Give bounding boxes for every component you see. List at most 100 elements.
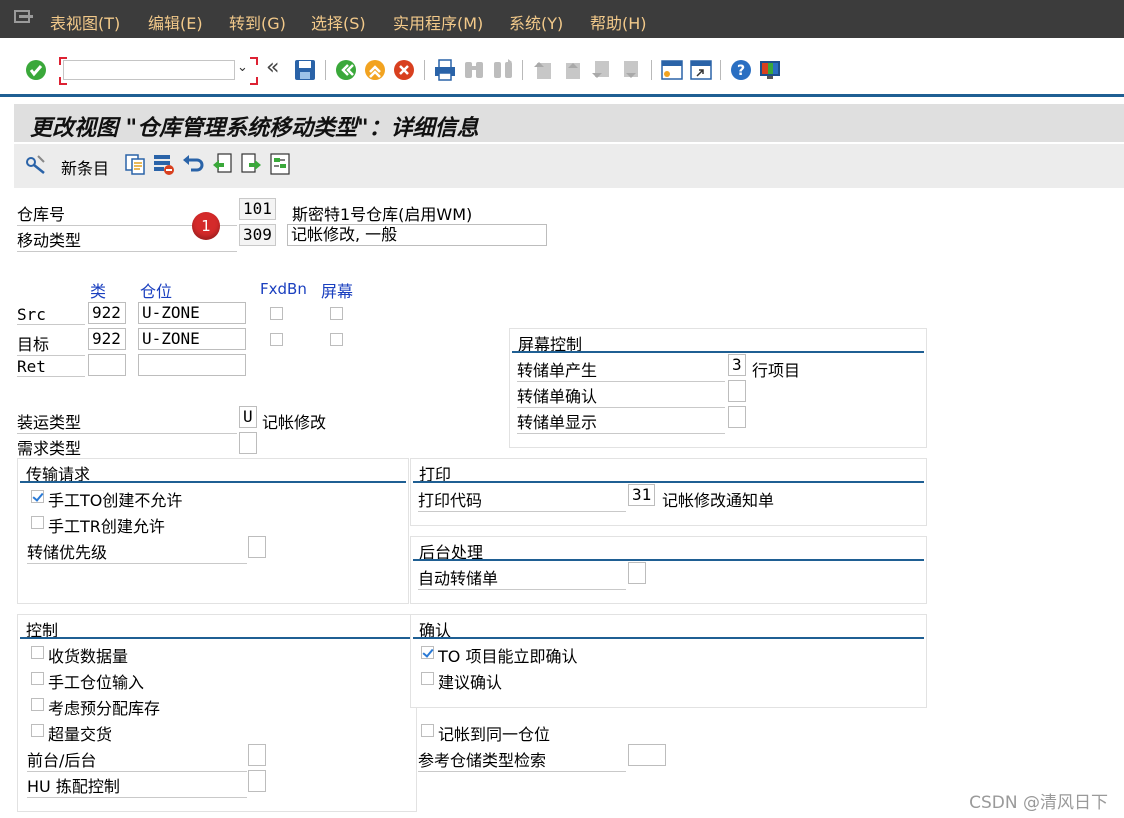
- propose-confirm-label: 建议确认: [438, 673, 503, 692]
- movement-type-field[interactable]: 309: [239, 224, 276, 246]
- undo-icon[interactable]: [181, 152, 205, 176]
- auto-to-label: 自动转储单: [418, 565, 626, 590]
- return-type-field[interactable]: [88, 354, 126, 376]
- help-icon[interactable]: ?: [729, 58, 753, 82]
- new-session-icon[interactable]: [660, 58, 684, 82]
- print-code-field[interactable]: 31: [628, 484, 655, 506]
- group-title-underline: [413, 481, 924, 483]
- delete-icon[interactable]: [152, 152, 176, 176]
- foreground-background-field[interactable]: [248, 744, 266, 766]
- menu-utilities[interactable]: 实用程序(M): [393, 10, 483, 34]
- print-code-description: 记帐修改通知单: [662, 491, 775, 510]
- command-input[interactable]: [63, 60, 235, 80]
- svg-text:?: ?: [737, 63, 745, 79]
- menu-goto[interactable]: 转到(G): [229, 10, 286, 34]
- back-icon[interactable]: [334, 58, 358, 82]
- destination-type-field[interactable]: 922: [88, 328, 126, 350]
- return-bin-field[interactable]: [138, 354, 246, 376]
- customize-layout-icon[interactable]: [758, 58, 782, 82]
- column-header-fixed-bin: FxdBn: [260, 280, 307, 298]
- history-back-icon[interactable]: «: [266, 55, 279, 80]
- to-confirm-label: 转储单确认: [517, 383, 725, 408]
- previous-entry-icon[interactable]: [210, 152, 234, 176]
- manual-tr-allowed-checkbox[interactable]: [31, 516, 44, 529]
- menu-system[interactable]: 系统(Y): [509, 10, 563, 34]
- first-page-icon[interactable]: [531, 58, 555, 82]
- transfer-priority-label: 转储优先级: [27, 539, 247, 564]
- source-type-field[interactable]: 922: [88, 302, 126, 324]
- group-title-underline: [512, 351, 924, 353]
- find-icon[interactable]: [462, 58, 486, 82]
- warehouse-number-field[interactable]: 101: [239, 198, 276, 220]
- manual-to-not-allowed-checkbox[interactable]: [31, 490, 44, 503]
- auto-to-field[interactable]: [628, 562, 646, 584]
- select-block-icon[interactable]: [268, 152, 292, 176]
- requirement-type-field[interactable]: [239, 432, 257, 454]
- column-header-bin: 仓位: [140, 282, 173, 301]
- print-code-label: 打印代码: [418, 487, 626, 512]
- toolbar-separator: [720, 60, 721, 80]
- menu-edit[interactable]: 编辑(E): [148, 10, 203, 34]
- over-delivery-checkbox[interactable]: [31, 724, 44, 737]
- find-next-icon[interactable]: [491, 58, 515, 82]
- watermark: CSDN @清风日下: [969, 793, 1108, 813]
- display-change-icon[interactable]: [24, 152, 48, 176]
- save-icon[interactable]: [293, 58, 317, 82]
- group-title-underline: [413, 559, 924, 561]
- ref-storage-type-search-field[interactable]: [628, 744, 666, 766]
- exit-icon[interactable]: [363, 58, 387, 82]
- shipment-type-label: 装运类型: [17, 409, 237, 434]
- to-create-description: 行项目: [752, 361, 801, 380]
- focus-corner: [250, 77, 258, 85]
- focus-corner: [250, 57, 258, 65]
- manual-bin-input-checkbox[interactable]: [31, 672, 44, 685]
- next-entry-icon[interactable]: [239, 152, 263, 176]
- to-confirm-field[interactable]: [728, 380, 746, 402]
- menu-table-view[interactable]: 表视图(T): [50, 10, 120, 34]
- source-screen-checkbox[interactable]: [330, 307, 343, 320]
- destination-row-label: 目标: [17, 331, 85, 356]
- source-bin-field[interactable]: U-ZONE: [138, 302, 246, 324]
- destination-screen-checkbox[interactable]: [330, 333, 343, 346]
- warehouse-description: 斯密特1号仓库(启用WM): [292, 205, 473, 224]
- menu-select[interactable]: 选择(S): [311, 10, 366, 34]
- foreground-background-label: 前台/后台: [27, 747, 247, 772]
- post-to-same-bin-label: 记帐到同一仓位: [438, 725, 551, 744]
- source-row-label: Src: [17, 305, 85, 325]
- destination-bin-field[interactable]: U-ZONE: [138, 328, 246, 350]
- application-toolbar: 新条目: [14, 144, 1124, 188]
- new-entries-button[interactable]: 新条目: [61, 155, 109, 179]
- post-to-same-bin-checkbox[interactable]: [421, 724, 434, 737]
- movement-type-description: 记帐修改, 一般: [287, 224, 547, 246]
- pre-allocated-stock-checkbox[interactable]: [31, 698, 44, 711]
- menu-help[interactable]: 帮助(H): [590, 10, 647, 34]
- menu-icon[interactable]: [14, 9, 34, 25]
- print-icon[interactable]: [433, 58, 457, 82]
- to-create-field[interactable]: 3: [728, 354, 746, 376]
- menu-bar: 表视图(T) 编辑(E) 转到(G) 选择(S) 实用程序(M) 系统(Y) 帮…: [0, 0, 1124, 38]
- to-immediate-confirm-checkbox[interactable]: [421, 646, 434, 659]
- ref-storage-type-search-label: 参考仓储类型检索: [418, 747, 626, 772]
- pre-allocated-stock-label: 考虑预分配库存: [48, 699, 161, 718]
- transfer-priority-field[interactable]: [248, 536, 266, 558]
- enter-check-icon[interactable]: [24, 58, 48, 82]
- to-display-label: 转储单显示: [517, 409, 725, 434]
- next-page-icon[interactable]: [589, 58, 613, 82]
- chevron-down-icon[interactable]: ⌄: [237, 60, 248, 75]
- over-delivery-label: 超量交货: [48, 725, 113, 744]
- copy-as-icon[interactable]: [123, 152, 147, 176]
- toolbar-divider: [0, 94, 1124, 97]
- last-page-icon[interactable]: [618, 58, 642, 82]
- cancel-icon[interactable]: [392, 58, 416, 82]
- propose-confirm-checkbox[interactable]: [421, 672, 434, 685]
- previous-page-icon[interactable]: [560, 58, 584, 82]
- source-fixed-bin-checkbox[interactable]: [270, 307, 283, 320]
- manual-to-not-allowed-label: 手工TO创建不允许: [48, 491, 183, 510]
- shortcut-icon[interactable]: [689, 58, 713, 82]
- to-display-field[interactable]: [728, 406, 746, 428]
- hu-picking-control-field[interactable]: [248, 770, 266, 792]
- destination-fixed-bin-checkbox[interactable]: [270, 333, 283, 346]
- shipment-type-field[interactable]: U: [239, 406, 257, 428]
- gr-data-quantity-checkbox[interactable]: [31, 646, 44, 659]
- group-title-underline: [20, 481, 406, 483]
